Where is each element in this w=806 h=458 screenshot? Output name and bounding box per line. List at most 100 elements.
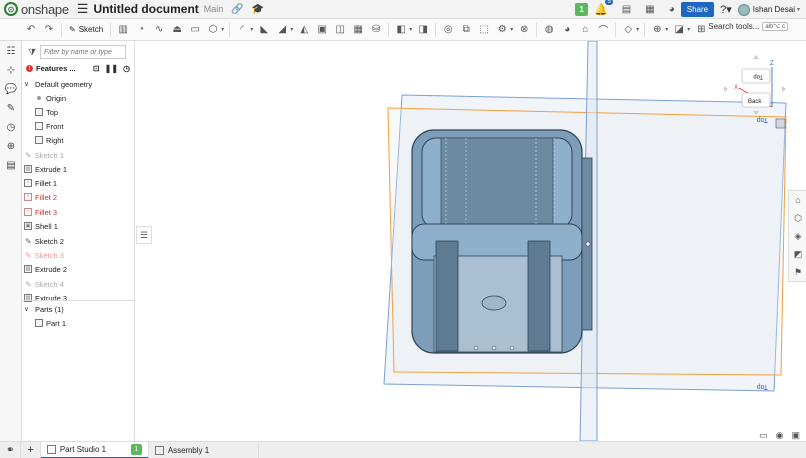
revolve-icon[interactable]: ◔: [134, 23, 148, 37]
pattern-icon[interactable]: ◎: [441, 23, 455, 37]
split-icon[interactable]: ◨: [416, 23, 430, 37]
notifications-icon[interactable]: 🔔 5: [594, 0, 613, 16]
chevron-down-icon[interactable]: ▾: [250, 26, 253, 33]
tree-item-part-1[interactable]: Part 1: [35, 316, 147, 330]
tree-item-right-plane[interactable]: Right: [35, 133, 147, 147]
transform-icon[interactable]: ⬚: [477, 23, 491, 37]
version-badge[interactable]: 1: [575, 3, 589, 16]
rollback-icon[interactable]: ⊡: [93, 64, 100, 73]
flange-icon[interactable]: ◕: [560, 23, 574, 37]
add-tab-button[interactable]: +: [21, 441, 41, 458]
add-custom-feature-icon[interactable]: ⊞: [694, 23, 708, 37]
model-canvas[interactable]: Top Top Z X Top Back: [136, 41, 788, 441]
comments-icon[interactable]: 💬: [5, 83, 17, 95]
default-geometry-group[interactable]: ∨ Default geometry: [24, 77, 136, 91]
tree-item-sketch-1[interactable]: ✎ Sketch 1: [25, 148, 137, 162]
tree-item-extrude-2[interactable]: ▥ Extrude 2: [24, 262, 136, 276]
chevron-down-icon[interactable]: ▾: [409, 26, 412, 33]
variable-icon[interactable]: ⚙: [495, 23, 509, 37]
redo-icon[interactable]: ↷: [42, 23, 56, 37]
measure-icon[interactable]: ◪: [672, 23, 686, 37]
mate-icon[interactable]: ⊹: [5, 64, 17, 76]
configurations-icon[interactable]: ⚑: [792, 266, 804, 278]
tree-item-sketch-2[interactable]: ✎ Sketch 2: [25, 234, 137, 248]
chevron-down-icon[interactable]: ▾: [221, 26, 224, 33]
chevron-down-icon[interactable]: ▾: [510, 26, 513, 33]
link-icon[interactable]: 🔗: [231, 4, 243, 15]
bend-icon[interactable]: ⌒: [596, 23, 610, 37]
plane-icon[interactable]: ◇: [621, 23, 635, 37]
chevron-down-icon[interactable]: ▾: [290, 26, 293, 33]
user-menu[interactable]: Ishan Desai ▾: [737, 3, 802, 16]
help-icon[interactable]: ?▾: [720, 3, 732, 16]
sweep-icon[interactable]: ∿: [152, 23, 166, 37]
extrude-icon[interactable]: ▥: [116, 23, 130, 37]
share-button[interactable]: Share: [680, 2, 715, 17]
details-icon[interactable]: ▤: [622, 4, 631, 15]
appearance-icon[interactable]: ◕: [669, 4, 675, 15]
menu-icon[interactable]: ☰: [77, 1, 89, 17]
parts-group[interactable]: ∨ Parts (1): [24, 302, 136, 316]
chevron-down-icon[interactable]: ∨: [24, 80, 32, 88]
filter-icon[interactable]: ⧩: [28, 47, 36, 58]
parts-panel-icon[interactable]: ⬡: [792, 212, 804, 224]
pause-icon[interactable]: ❚❚: [105, 64, 118, 73]
search-icon[interactable]: ⊕: [5, 140, 17, 152]
tree-item-front-plane[interactable]: Front: [35, 119, 147, 133]
graphics-viewport[interactable]: Top Top Z X Top Back: [136, 41, 788, 441]
render-mode-icon[interactable]: ▭: [759, 430, 768, 441]
tree-item-top-plane[interactable]: Top: [35, 105, 147, 119]
undo-icon[interactable]: ↶: [24, 23, 38, 37]
chevron-down-icon[interactable]: ▾: [636, 26, 639, 33]
filter-input[interactable]: [40, 45, 127, 59]
clock-icon[interactable]: ◷: [123, 64, 130, 73]
sheet-metal-icon[interactable]: ◍: [542, 23, 556, 37]
chevron-down-icon[interactable]: ▾: [687, 26, 690, 33]
display-icon[interactable]: ▣: [791, 430, 800, 441]
tab-manager-icon[interactable]: ⚭: [0, 441, 22, 458]
appearance-panel-icon[interactable]: ⌂: [792, 194, 804, 206]
feature-list-icon[interactable]: ☷: [5, 45, 17, 57]
tree-item-fillet-3[interactable]: ◜ Fillet 3: [24, 205, 136, 219]
properties-icon[interactable]: ▤: [5, 159, 17, 171]
apps-icon[interactable]: ▦: [645, 4, 654, 15]
features-header-label[interactable]: Features ...: [36, 64, 76, 73]
sketch-button[interactable]: ✎ Sketch: [65, 25, 107, 34]
fillet-icon[interactable]: ◜: [235, 23, 249, 37]
document-title[interactable]: Untitled document: [93, 2, 198, 16]
thicken-icon[interactable]: ▭: [188, 23, 202, 37]
tab-assembly-1[interactable]: Assembly 1: [149, 441, 259, 458]
tree-item-extrude-1[interactable]: ▥ Extrude 1: [24, 162, 136, 176]
learning-icon[interactable]: 🎓: [252, 4, 264, 15]
tree-item-origin[interactable]: Origin: [35, 91, 147, 105]
section-view-icon[interactable]: ◩: [792, 248, 804, 260]
enclose-icon[interactable]: ⬡: [206, 23, 220, 37]
onshape-logo[interactable]: ⊙ onshape: [4, 2, 69, 17]
cylinder-icon[interactable]: ⛁: [369, 23, 383, 37]
draft-icon[interactable]: ◢: [275, 23, 289, 37]
tab-part-studio-1[interactable]: Part Studio 1 1: [40, 441, 149, 458]
branch-label[interactable]: Main: [204, 4, 224, 14]
toggle-panel-icon[interactable]: ☰: [136, 226, 152, 244]
history-icon[interactable]: ◷: [5, 121, 17, 133]
bom-icon[interactable]: ✎: [5, 102, 17, 114]
chamfer-icon[interactable]: ◣: [257, 23, 271, 37]
mirror-icon[interactable]: ⧉: [459, 23, 473, 37]
boolean-icon[interactable]: ◧: [394, 23, 408, 37]
chevron-down-icon[interactable]: ▾: [665, 26, 668, 33]
tree-item-fillet-1[interactable]: ◜ Fillet 1: [24, 176, 136, 190]
chevron-down-icon[interactable]: ∨: [24, 305, 32, 313]
view-mode-icon[interactable]: ◉: [776, 430, 784, 441]
thread-icon[interactable]: ▦: [351, 23, 365, 37]
search-tools[interactable]: Search tools... alt/⌥ c: [708, 22, 788, 31]
hole-icon[interactable]: ◫: [333, 23, 347, 37]
delete-part-icon[interactable]: ⊗: [517, 23, 531, 37]
render-panel-icon[interactable]: ◈: [792, 230, 804, 242]
shell-icon[interactable]: ▣: [315, 23, 329, 37]
tree-item-fillet-2[interactable]: ◜ Fillet 2: [24, 190, 136, 204]
tab-icon[interactable]: ⌂: [578, 23, 592, 37]
mate-connector-icon[interactable]: ⊕: [650, 23, 664, 37]
tree-item-shell-1[interactable]: ▣ Shell 1: [24, 219, 136, 233]
loft-icon[interactable]: ⏏: [170, 23, 184, 37]
rib-icon[interactable]: ◭: [297, 23, 311, 37]
